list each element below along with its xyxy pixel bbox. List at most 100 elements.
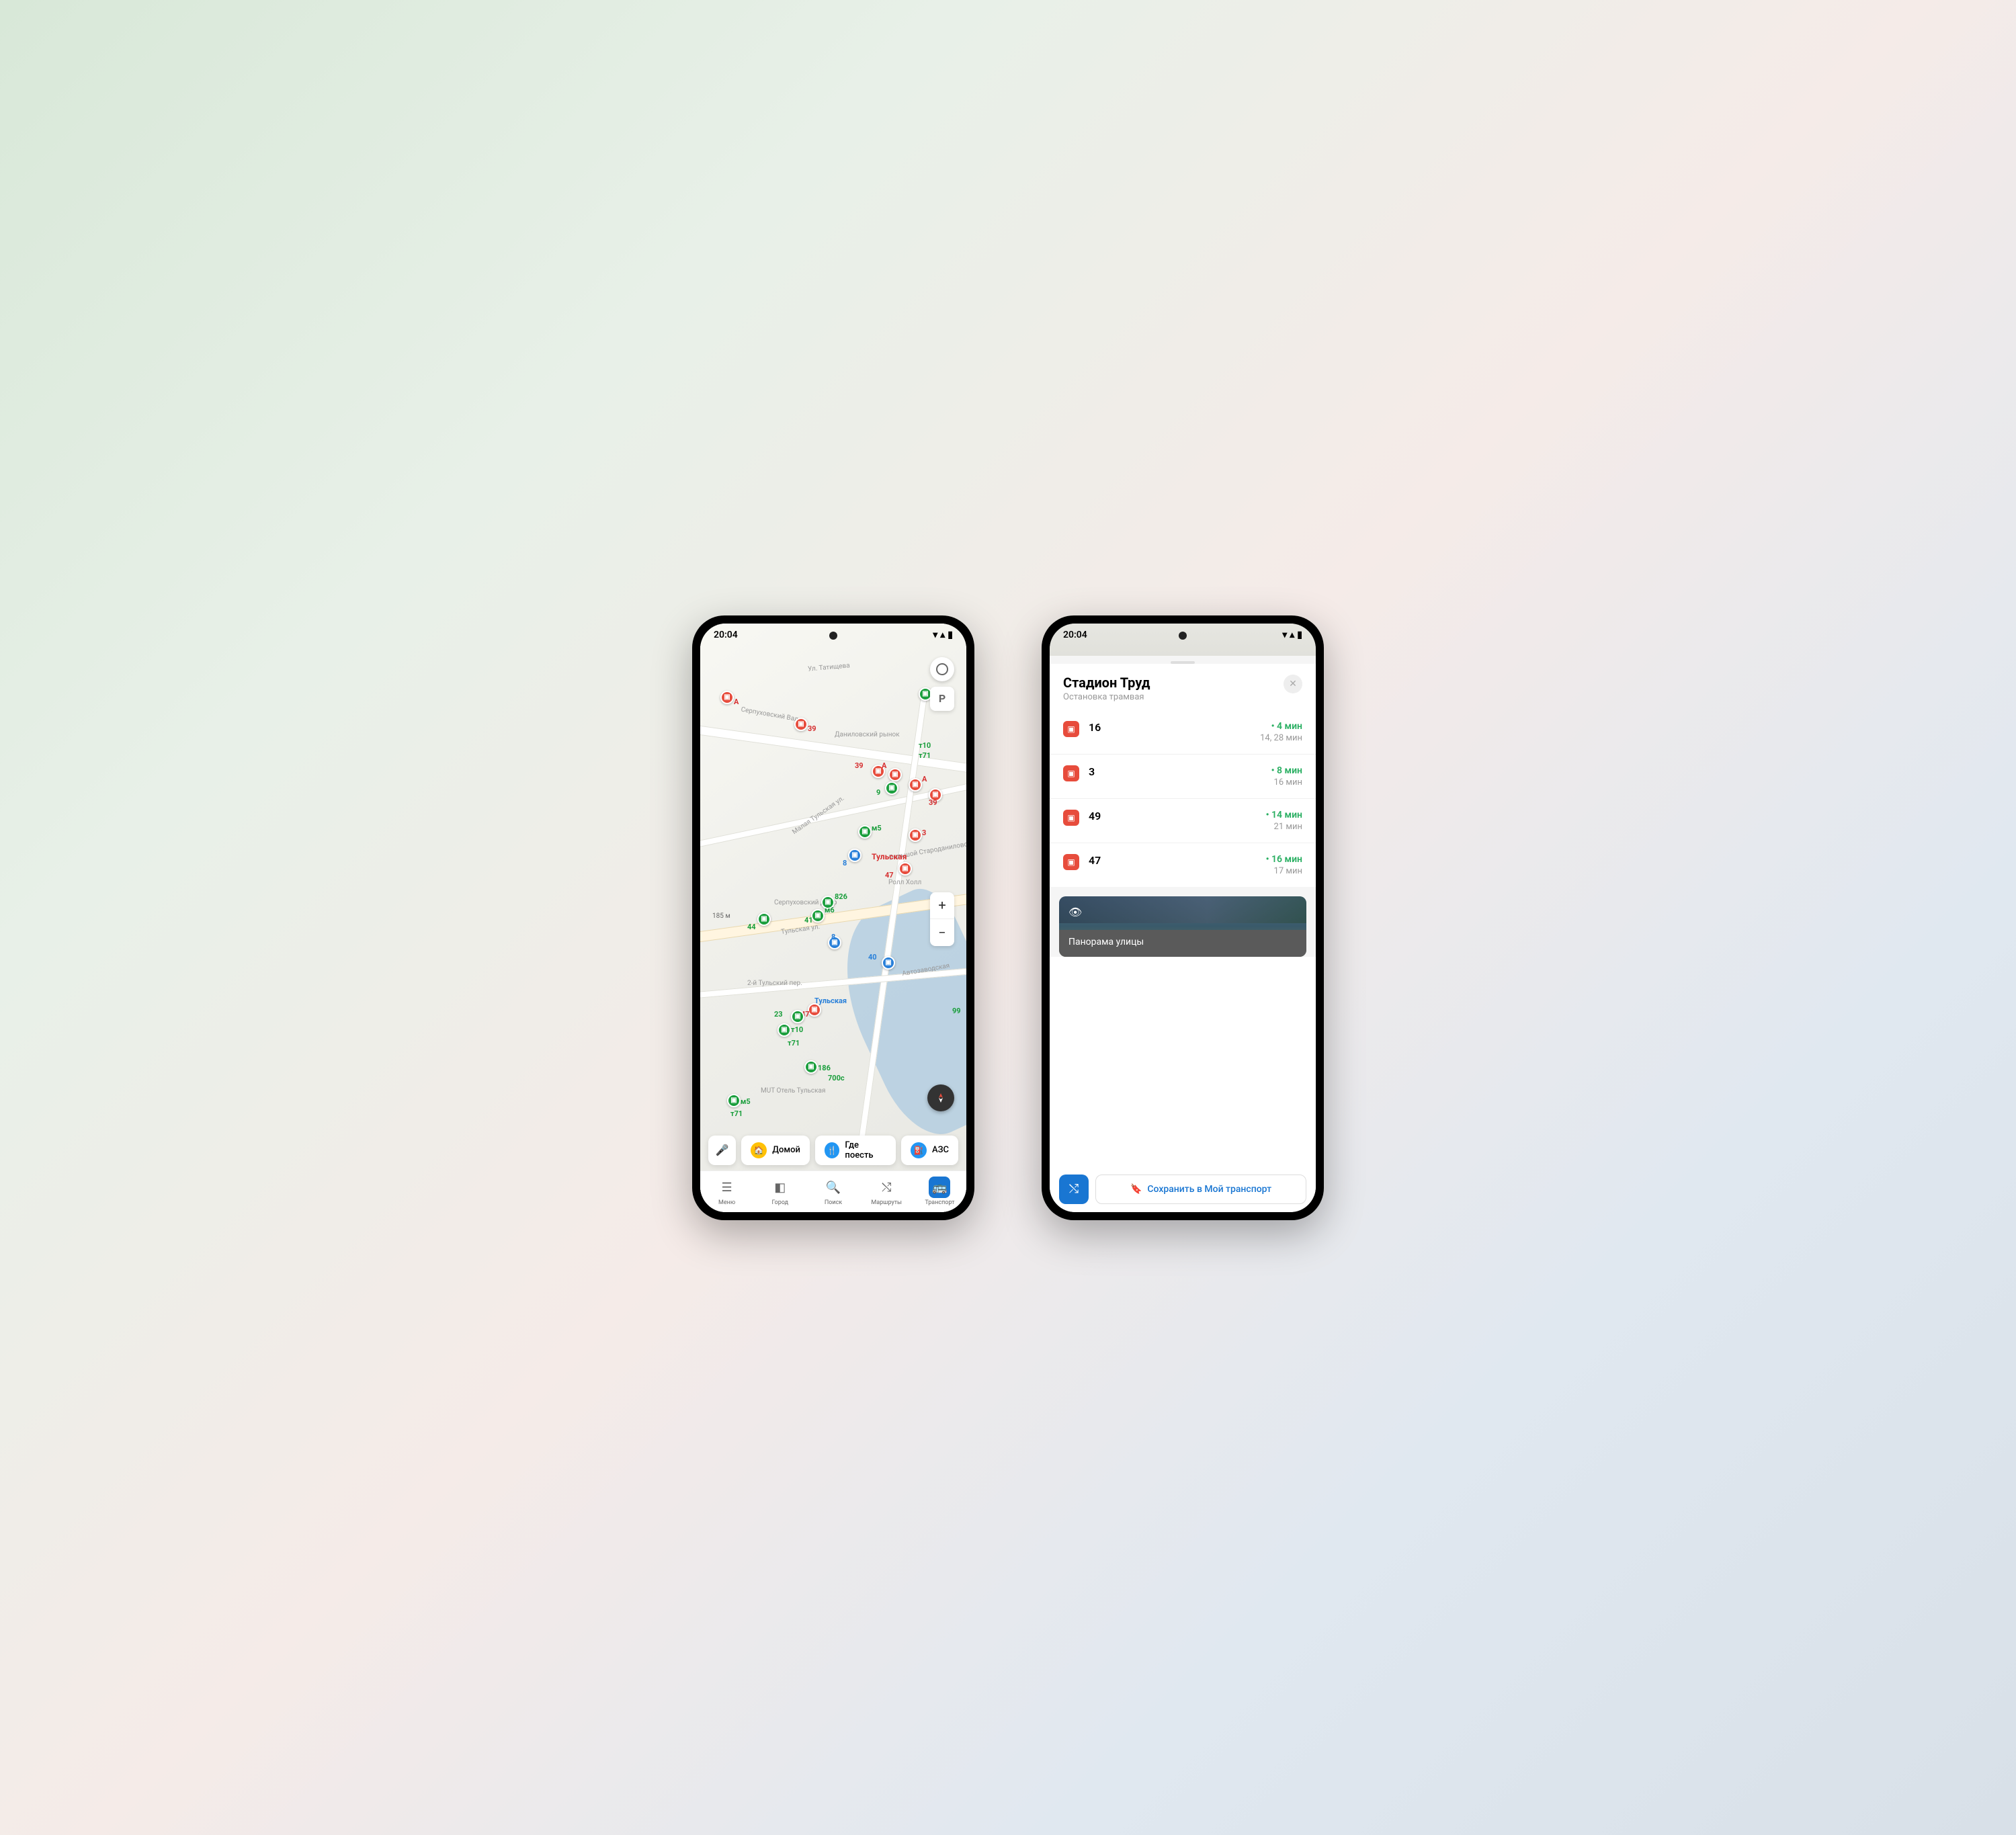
route-next: 14, 28 мин <box>1260 733 1302 743</box>
marker-label: 8 <box>843 859 847 867</box>
bottom-nav: ☰ Меню ◧ Город 🔍 Поиск ⤭ Маршруты 🚌 <box>700 1170 966 1212</box>
route-eta: 14 мин <box>1266 810 1302 820</box>
transit-marker[interactable]: ▣ <box>811 909 825 923</box>
transit-marker[interactable]: ▣ <box>909 828 922 842</box>
scale-bar: 185 м <box>712 912 730 920</box>
panorama-button[interactable]: 👁 Панорама улицы <box>1059 896 1306 957</box>
close-button[interactable]: ✕ <box>1284 675 1302 693</box>
marker-label: м5 <box>872 824 882 833</box>
wifi-icon: ▾ <box>1282 630 1287 640</box>
zoom-controls: + − <box>930 892 954 946</box>
spacer <box>1050 957 1316 1166</box>
transit-marker[interactable]: ▣ <box>848 849 862 862</box>
map[interactable]: Ул. Татищева Серпуховский Вал Даниловски… <box>700 624 966 1212</box>
transit-marker[interactable]: ▣ <box>778 1023 791 1037</box>
marker-label: 186 <box>818 1064 831 1072</box>
nav-routes[interactable]: ⤭ Маршруты <box>860 1171 913 1212</box>
route-times: 14 мин 21 мин <box>1266 810 1302 832</box>
panorama-icon: 👁 <box>1068 906 1297 919</box>
parking-button[interactable]: P <box>930 687 954 711</box>
marker-label: 700с <box>828 1074 845 1082</box>
status-bar: 20:04 ▾ ▴ ▮ <box>700 624 966 646</box>
transit-marker[interactable]: ▣ <box>727 1094 741 1107</box>
marker-label: 44 <box>747 923 756 931</box>
nav-label: Транспорт <box>925 1199 954 1206</box>
transit-marker[interactable]: ▣ <box>804 1060 818 1074</box>
transit-marker[interactable]: ▣ <box>888 768 902 781</box>
nav-city[interactable]: ◧ Город <box>753 1171 806 1212</box>
clock: 20:04 <box>714 630 738 640</box>
zoom-in-button[interactable]: + <box>930 892 954 919</box>
battery-icon: ▮ <box>1297 630 1302 640</box>
street-label: Даниловский рынок <box>835 731 900 738</box>
battery-icon: ▮ <box>948 630 953 640</box>
rail-label[interactable]: Тульская <box>814 996 847 1005</box>
close-icon: ✕ <box>1289 679 1297 689</box>
marker-label: 39 <box>855 761 864 770</box>
transit-marker[interactable]: ▣ <box>808 1003 821 1017</box>
voice-button[interactable]: 🎤 <box>708 1136 736 1165</box>
food-button[interactable]: 🍴 Где поесть <box>815 1136 896 1165</box>
nav-search[interactable]: 🔍 Поиск <box>806 1171 859 1212</box>
gas-icon: ⛽ <box>911 1142 927 1158</box>
compass-button[interactable] <box>930 657 954 681</box>
transit-marker[interactable]: ▣ <box>858 825 872 839</box>
transit-sheet: Стадион Труд Остановка трамвая ✕ ▣ 16 4 … <box>1050 624 1316 1212</box>
transit-marker[interactable]: ▣ <box>757 912 771 926</box>
marker-label: м5 <box>741 1097 751 1106</box>
save-transport-button[interactable]: 🔖 Сохранить в Мой транспорт <box>1095 1175 1306 1204</box>
route-eta: 8 мин <box>1271 765 1302 776</box>
nav-label: Маршруты <box>871 1199 902 1206</box>
zoom-out-button[interactable]: − <box>930 919 954 946</box>
marker-label: 23 <box>774 1010 783 1019</box>
compass-nav-button[interactable] <box>927 1084 954 1111</box>
tram-icon: ▣ <box>1063 765 1079 781</box>
tram-icon: ▣ <box>1063 721 1079 737</box>
status-bar: 20:04 ▾ ▴ ▮ <box>1050 624 1316 646</box>
marker-label: 99 <box>952 1007 961 1015</box>
marker-label: т10 <box>791 1025 803 1034</box>
transit-marker[interactable]: ▣ <box>898 862 912 876</box>
stop-subtitle: Остановка трамвая <box>1063 692 1150 702</box>
route-row[interactable]: ▣ 47 16 мин 17 мин <box>1050 843 1316 887</box>
signal-icon: ▴ <box>940 630 945 640</box>
home-icon: 🏠 <box>751 1142 767 1158</box>
marker-label: 9 <box>876 788 880 797</box>
route-number: 49 <box>1089 810 1266 822</box>
transit-marker[interactable]: ▣ <box>909 778 922 792</box>
status-icons: ▾ ▴ ▮ <box>1282 630 1302 640</box>
phone-left: 20:04 ▾ ▴ ▮ Ул. Татищева Серпуховский Ва… <box>692 615 974 1220</box>
route-row[interactable]: ▣ 3 8 мин 16 мин <box>1050 755 1316 799</box>
bookmark-icon: 🔖 <box>1130 1184 1142 1195</box>
route-next: 17 мин <box>1266 866 1302 876</box>
nav-menu[interactable]: ☰ Меню <box>700 1171 753 1212</box>
routes-icon: ⤭ <box>876 1177 897 1198</box>
transit-marker[interactable]: ▣ <box>720 691 734 704</box>
menu-icon: ☰ <box>716 1177 738 1198</box>
nav-transport[interactable]: 🚌 Транспорт <box>913 1171 966 1212</box>
route-row[interactable]: ▣ 16 4 мин 14, 28 мин <box>1050 710 1316 755</box>
marker-label: А <box>734 697 739 706</box>
marker-label: А <box>882 761 886 770</box>
stop-title: Стадион Труд <box>1063 675 1150 691</box>
route-row[interactable]: ▣ 49 14 мин 21 мин <box>1050 799 1316 843</box>
phone-right: 20:04 ▾ ▴ ▮ Стадион Труд Остановка трамв… <box>1042 615 1324 1220</box>
gas-label: АЗС <box>932 1145 949 1155</box>
nav-label: Город <box>771 1199 788 1206</box>
gas-button[interactable]: ⛽ АЗС <box>901 1136 958 1165</box>
compass-icon <box>935 663 949 676</box>
marker-label: т71 <box>919 751 931 760</box>
route-next: 16 мин <box>1271 777 1302 787</box>
route-times: 4 мин 14, 28 мин <box>1260 721 1302 743</box>
transit-marker[interactable]: ▣ <box>882 956 895 970</box>
marker-label: 8 <box>831 933 835 941</box>
home-button[interactable]: 🏠 Домой <box>741 1136 810 1165</box>
transit-marker[interactable]: ▣ <box>791 1010 804 1023</box>
nav-label: Поиск <box>825 1199 842 1206</box>
metro-label[interactable]: Тульская <box>872 852 907 861</box>
transit-marker[interactable]: ▣ <box>794 718 808 731</box>
street-label: Ролл Холл <box>888 879 921 886</box>
build-route-button[interactable]: ⤭ <box>1059 1175 1089 1204</box>
route-times: 8 мин 16 мин <box>1271 765 1302 787</box>
transit-marker[interactable]: ▣ <box>885 781 898 795</box>
